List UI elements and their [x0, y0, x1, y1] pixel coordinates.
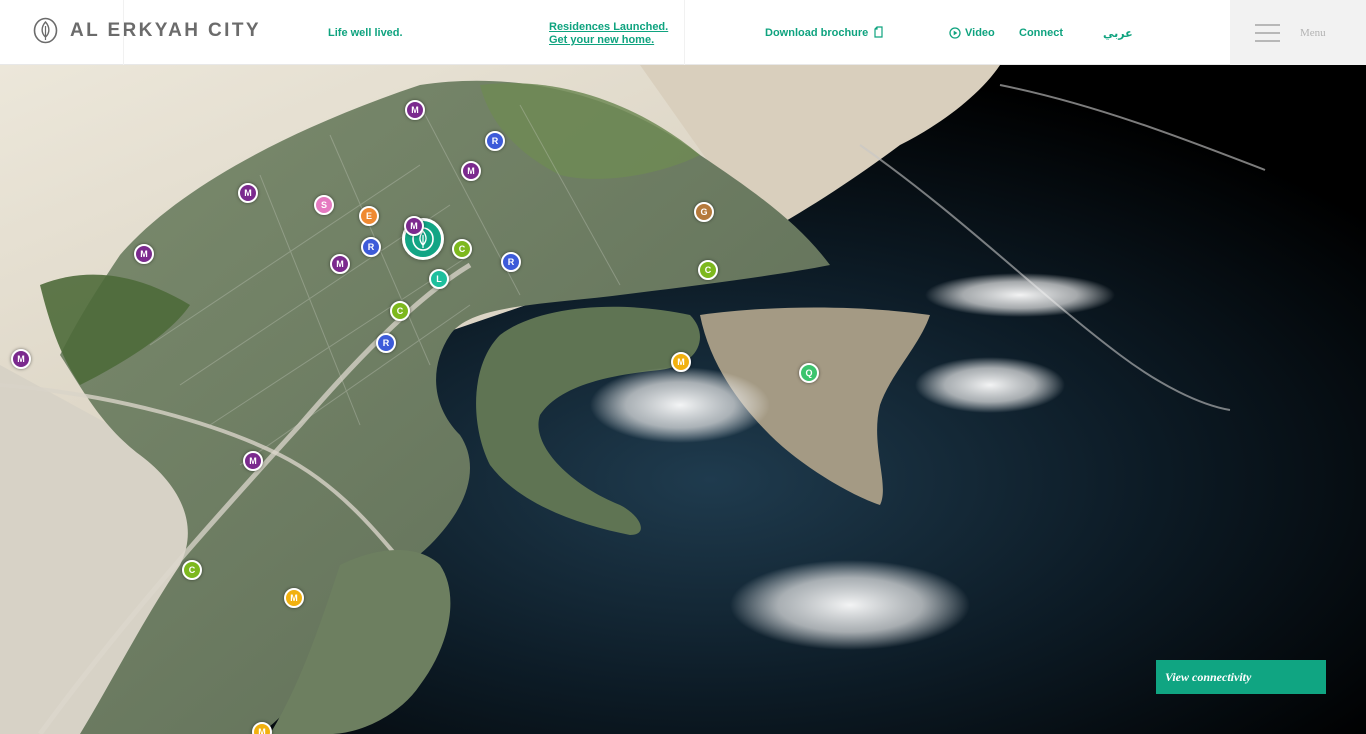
poi-marker[interactable]: M [405, 100, 425, 120]
tagline-link[interactable]: Life well lived. [328, 27, 403, 39]
connect-link[interactable]: Connect [1019, 27, 1063, 39]
logo-wordmark: AL ERKYAH CITY [70, 20, 261, 41]
menu-label: Menu [1300, 27, 1326, 39]
aerial-map-illustration [0, 65, 1366, 734]
poi-marker[interactable]: E [359, 206, 379, 226]
video-label: Video [965, 27, 995, 39]
poi-marker[interactable]: M [404, 216, 424, 236]
header-divider [123, 0, 124, 65]
poi-marker[interactable]: M [11, 349, 31, 369]
video-link[interactable]: Video [949, 27, 995, 39]
view-connectivity-button[interactable]: View connectivity [1156, 660, 1326, 694]
masterplan-map[interactable]: M R M M S E M G M R C M R L C C R M M Q … [0, 65, 1366, 734]
poi-marker[interactable]: C [182, 560, 202, 580]
poi-marker[interactable]: S [314, 195, 334, 215]
menu-button[interactable]: Menu [1230, 0, 1366, 65]
poi-marker[interactable]: R [501, 252, 521, 272]
poi-marker[interactable]: L [429, 269, 449, 289]
poi-marker[interactable]: M [461, 161, 481, 181]
poi-marker[interactable]: Q [799, 363, 819, 383]
play-circle-icon [949, 27, 961, 39]
poi-marker[interactable]: R [376, 333, 396, 353]
residences-launched-link[interactable]: Residences Launched. Get your new home. [549, 21, 668, 47]
download-brochure-label: Download brochure [765, 27, 869, 39]
download-brochure-link[interactable]: Download brochure [765, 25, 883, 39]
poi-marker[interactable]: M [238, 183, 258, 203]
poi-marker[interactable]: C [452, 239, 472, 259]
poi-marker[interactable]: M [243, 451, 263, 471]
poi-marker[interactable]: M [330, 254, 350, 274]
header-divider [684, 0, 685, 65]
poi-marker[interactable]: C [698, 260, 718, 280]
poi-marker[interactable]: R [361, 237, 381, 257]
poi-marker[interactable]: M [134, 244, 154, 264]
leaf-logo-icon [33, 17, 58, 44]
poi-marker[interactable]: M [284, 588, 304, 608]
site-logo[interactable]: AL ERKYAH CITY [33, 17, 261, 44]
poi-marker[interactable]: R [485, 131, 505, 151]
site-header: AL ERKYAH CITY Life well lived. Residenc… [0, 0, 1366, 65]
residences-line-2: Get your new home. [549, 34, 655, 46]
poi-marker[interactable]: M [671, 352, 691, 372]
residences-line-1: Residences Launched. [549, 21, 669, 33]
arabic-language-link[interactable]: عربي [1103, 27, 1133, 40]
poi-marker[interactable]: C [390, 301, 410, 321]
poi-marker[interactable]: G [694, 202, 714, 222]
hamburger-icon [1255, 24, 1280, 42]
brochure-icon [874, 25, 883, 38]
